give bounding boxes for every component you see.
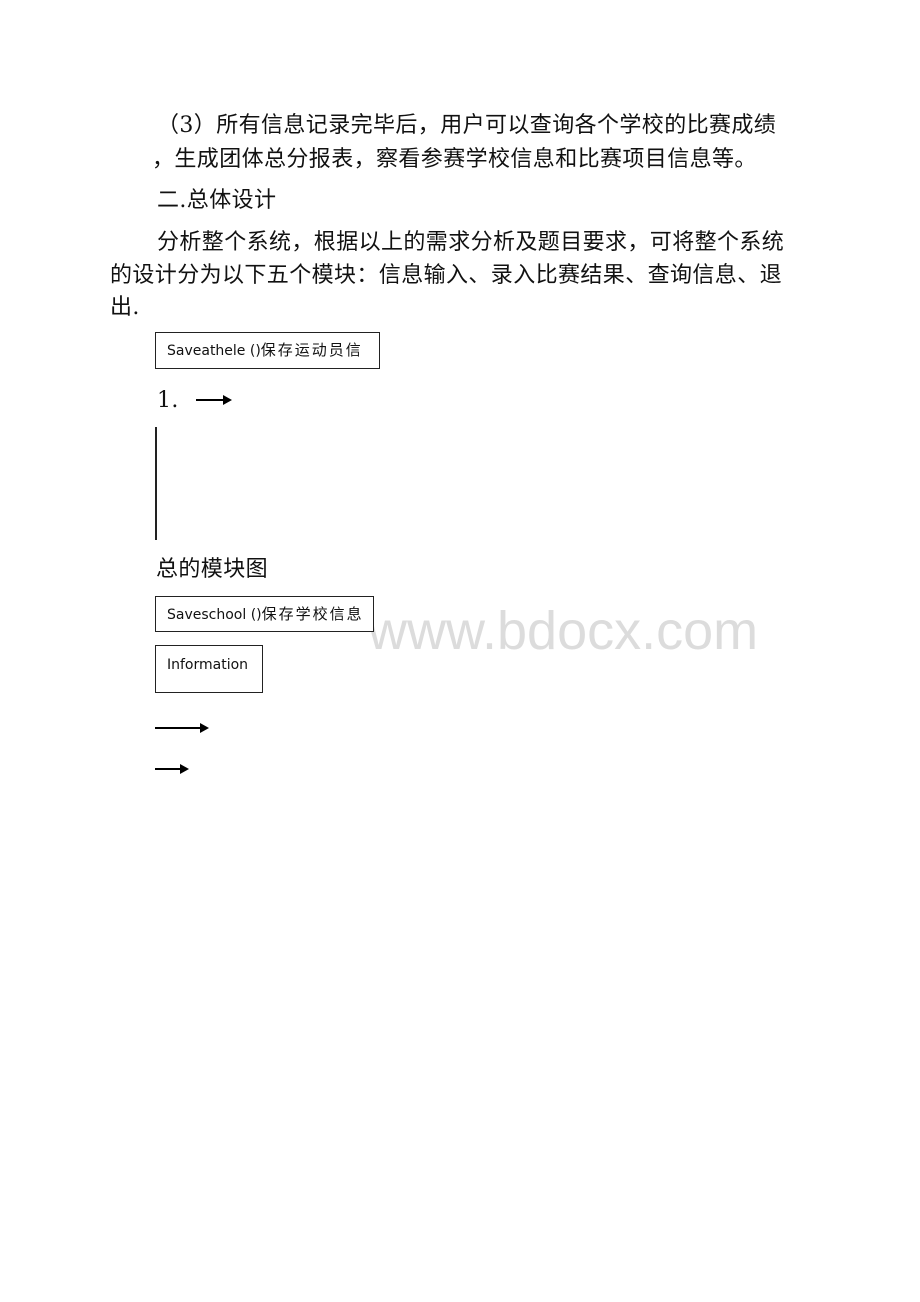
module-box-saveathele: Saveathele ()保存运动员信: [155, 332, 380, 369]
module-label: 保存学校信息: [261, 605, 364, 623]
analysis-line-1: 分析整个系统，根据以上的需求分析及题目要求，可将整个系统: [157, 230, 785, 255]
module-label: Information: [167, 657, 249, 673]
watermark: www.bdocx.com: [368, 601, 759, 661]
diagram-caption: 总的模块图: [156, 557, 269, 582]
section-heading: 二.总体设计: [157, 188, 277, 213]
analysis-line-3: 出.: [110, 295, 140, 320]
module-box-saveschool: Saveschool ()保存学校信息: [155, 596, 374, 632]
requirement-3-line-1: （3）所有信息记录完毕后，用户可以查询各个学校的比赛成绩: [157, 113, 777, 138]
arrow-right-icon: [155, 723, 209, 733]
module-code: Saveschool (): [167, 607, 262, 623]
module-code: Saveathele (): [167, 343, 261, 359]
requirement-3-line-2: ，生成团体总分报表，察看参赛学校信息和比赛项目信息等。: [152, 147, 757, 172]
module-label: 保存运动员信: [260, 341, 363, 359]
analysis-line-2: 的设计分为以下五个模块：信息输入、录入比赛结果、查询信息、退: [110, 263, 783, 288]
arrow-right-icon: [155, 764, 189, 774]
module-box-information: Information: [155, 645, 263, 693]
arrow-right-icon: [196, 395, 232, 405]
connector-line: [155, 427, 157, 540]
list-number: 1.: [157, 388, 179, 413]
